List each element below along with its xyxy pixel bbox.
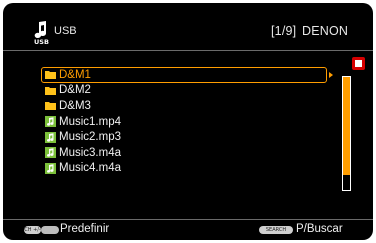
- right-arrow-icon: [329, 72, 333, 78]
- header: USB USB [1/9] DENON: [3, 3, 373, 53]
- ch-button-icon-right: [41, 226, 59, 234]
- file-name: Music2.mp3: [59, 131, 121, 144]
- music-note-icon: [45, 162, 56, 174]
- brand-name: DENON: [302, 24, 349, 38]
- music-note-icon: [45, 116, 56, 128]
- file-name: D&M3: [59, 99, 91, 112]
- stop-icon: [352, 57, 365, 70]
- search-hint: P/Buscar: [296, 223, 343, 235]
- ch-button-icon: CH +/-: [24, 226, 41, 234]
- page-indicator: [1/9] DENON: [271, 24, 348, 38]
- scrollbar[interactable]: [342, 76, 351, 191]
- list-item[interactable]: Music2.mp3: [41, 129, 341, 145]
- music-note-icon: [45, 131, 56, 143]
- source-title: USB: [54, 25, 77, 37]
- file-name: Music4.m4a: [59, 162, 121, 175]
- file-list: D&M1 D&M2 D&M3 Music1.mp4 Music2.mp3 Mus…: [41, 67, 341, 176]
- folder-icon: [45, 102, 56, 111]
- list-item[interactable]: Music1.mp4: [41, 114, 341, 130]
- page-count: [1/9]: [271, 24, 297, 38]
- list-item[interactable]: D&M2: [41, 83, 341, 99]
- osd-screen: USB USB [1/9] DENON D&M1 D&M2 D&M3 Music…: [3, 3, 373, 240]
- file-name: Music1.mp4: [59, 115, 121, 128]
- file-name: D&M2: [59, 84, 91, 97]
- svg-text:USB: USB: [34, 38, 49, 46]
- file-name: Music3.m4a: [59, 146, 121, 159]
- list-item[interactable]: Music4.m4a: [41, 161, 341, 177]
- folder-icon: [45, 86, 56, 95]
- list-item[interactable]: D&M3: [41, 98, 341, 114]
- header-divider: [3, 50, 373, 51]
- music-note-icon: [45, 147, 56, 159]
- search-button-icon: SEARCH: [259, 226, 293, 234]
- list-item[interactable]: Music3.m4a: [41, 145, 341, 161]
- scrollbar-thumb[interactable]: [343, 77, 350, 175]
- selection-cursor: [41, 67, 327, 83]
- footer: CH +/- Predefinir SEARCH P/Buscar: [3, 220, 373, 240]
- preset-hint: Predefinir: [60, 223, 110, 235]
- list-item[interactable]: D&M1: [41, 67, 341, 83]
- usb-music-note-icon: USB: [34, 21, 49, 46]
